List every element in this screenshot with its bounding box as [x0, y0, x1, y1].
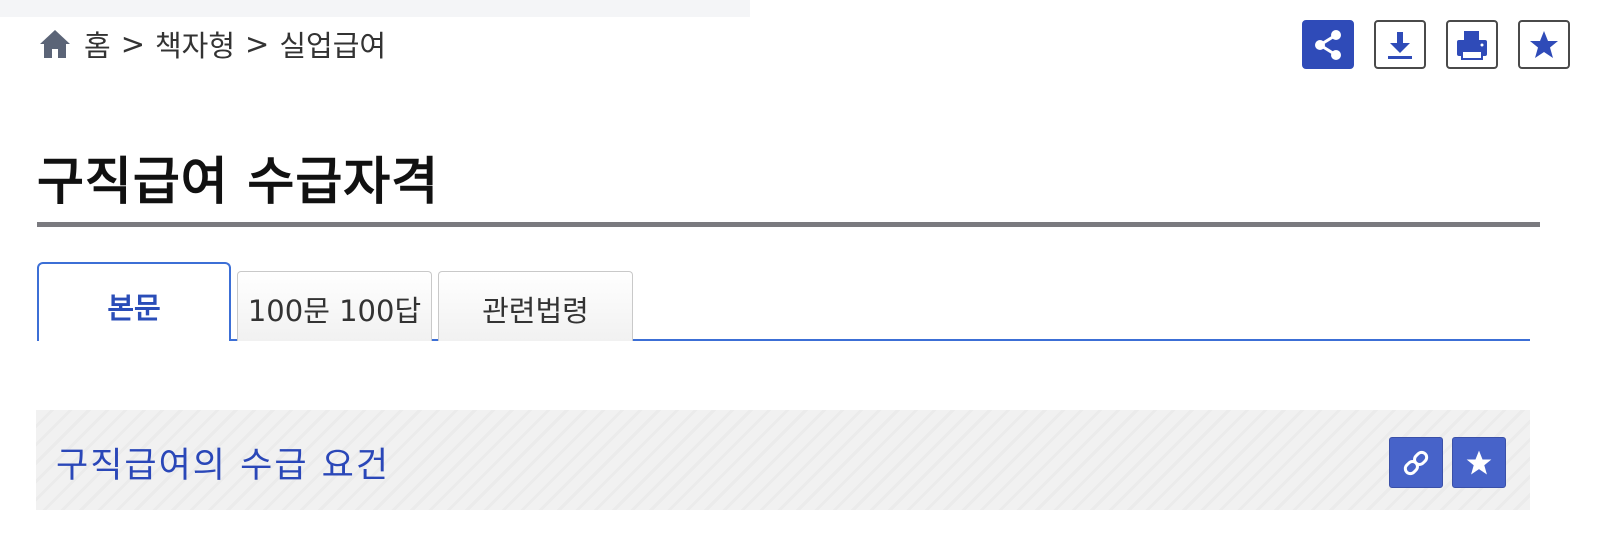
section-actions [1389, 437, 1506, 488]
page-title: 구직급여 수급자격 [37, 153, 440, 212]
tab-related-laws[interactable]: 관련법령 [438, 271, 633, 341]
copy-link-button[interactable] [1389, 437, 1443, 488]
breadcrumb: 홈 > 책자형 > 실업급여 [38, 24, 386, 64]
download-icon [1388, 31, 1412, 59]
download-button[interactable] [1374, 20, 1426, 69]
home-icon[interactable] [38, 27, 72, 61]
section-favorite-button[interactable] [1452, 437, 1506, 488]
favorite-button[interactable] [1518, 20, 1570, 69]
breadcrumb-item-current: 실업급여 [279, 29, 387, 63]
section-title[interactable]: 구직급여의 수급 요건 [56, 437, 390, 488]
tab-faq[interactable]: 100문 100답 [237, 271, 432, 341]
breadcrumb-separator: > [245, 27, 270, 61]
tab-bar: 본문 100문 100답 관련법령 [37, 262, 1530, 341]
breadcrumb-item-booklet[interactable]: 책자형 [155, 23, 235, 65]
share-button[interactable] [1302, 20, 1354, 69]
page: 홈 > 책자형 > 실업급여 구직급여 수급자격 본문 100문 100답 관련… [0, 0, 1600, 545]
section-header: 구직급여의 수급 요건 [36, 410, 1530, 510]
breadcrumb-item-home[interactable]: 홈 [84, 23, 111, 65]
toolbar [1302, 20, 1570, 69]
tab-main-text[interactable]: 본문 [37, 262, 231, 341]
print-icon [1457, 30, 1487, 60]
star-icon [1530, 30, 1558, 58]
link-icon [1403, 450, 1429, 475]
share-icon [1315, 29, 1341, 60]
breadcrumb-separator: > [120, 27, 145, 61]
top-strip [0, 0, 750, 17]
print-button[interactable] [1446, 20, 1498, 69]
star-icon [1466, 450, 1492, 474]
title-divider [37, 222, 1540, 227]
